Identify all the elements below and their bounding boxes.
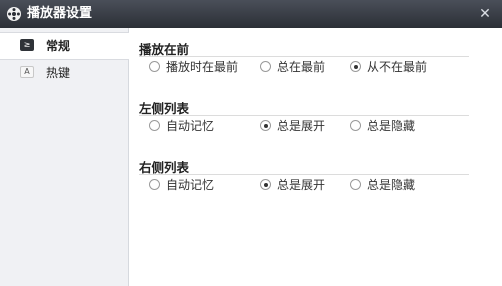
sidebar-item-general[interactable]: ≥ 常规: [0, 32, 129, 60]
hotkey-icon: A: [20, 66, 34, 78]
radio-label: 总是展开: [277, 178, 326, 192]
settings-content: 播放在前 播放时在最前 总在最前 从不在最前 左侧列表 自动记忆 总是展开 总是…: [129, 28, 502, 286]
radio-label: 总是展开: [277, 119, 326, 133]
general-icon: ≥: [20, 39, 34, 51]
sidebar-item-label: 热键: [46, 66, 71, 80]
section-divider: [139, 56, 469, 57]
radio-label: 自动记忆: [166, 119, 215, 133]
section-divider: [139, 174, 469, 175]
radio-button[interactable]: [149, 179, 160, 190]
radio-button-checked[interactable]: [350, 61, 361, 72]
sidebar-item-hotkeys[interactable]: A 热键: [0, 60, 128, 86]
radio-label: 播放时在最前: [166, 60, 239, 74]
radio-label: 从不在最前: [367, 60, 428, 74]
film-reel-icon: [7, 7, 21, 21]
radio-button[interactable]: [149, 120, 160, 131]
sidebar-item-label: 常规: [46, 39, 71, 53]
radio-label: 总在最前: [277, 60, 326, 74]
radio-label: 自动记忆: [166, 178, 215, 192]
radio-button[interactable]: [260, 61, 271, 72]
radio-button-checked[interactable]: [260, 179, 271, 190]
radio-button-checked[interactable]: [260, 120, 271, 131]
title-bar[interactable]: 播放器设置 ✕: [0, 0, 502, 28]
radio-button[interactable]: [149, 61, 160, 72]
settings-sidebar: ≥ 常规 A 热键: [0, 28, 129, 286]
radio-label: 总是隐藏: [367, 178, 416, 192]
radio-button[interactable]: [350, 179, 361, 190]
close-icon[interactable]: ✕: [476, 5, 494, 23]
radio-label: 总是隐藏: [367, 119, 416, 133]
section-divider: [139, 115, 469, 116]
window-title: 播放器设置: [27, 6, 93, 21]
radio-button[interactable]: [350, 120, 361, 131]
